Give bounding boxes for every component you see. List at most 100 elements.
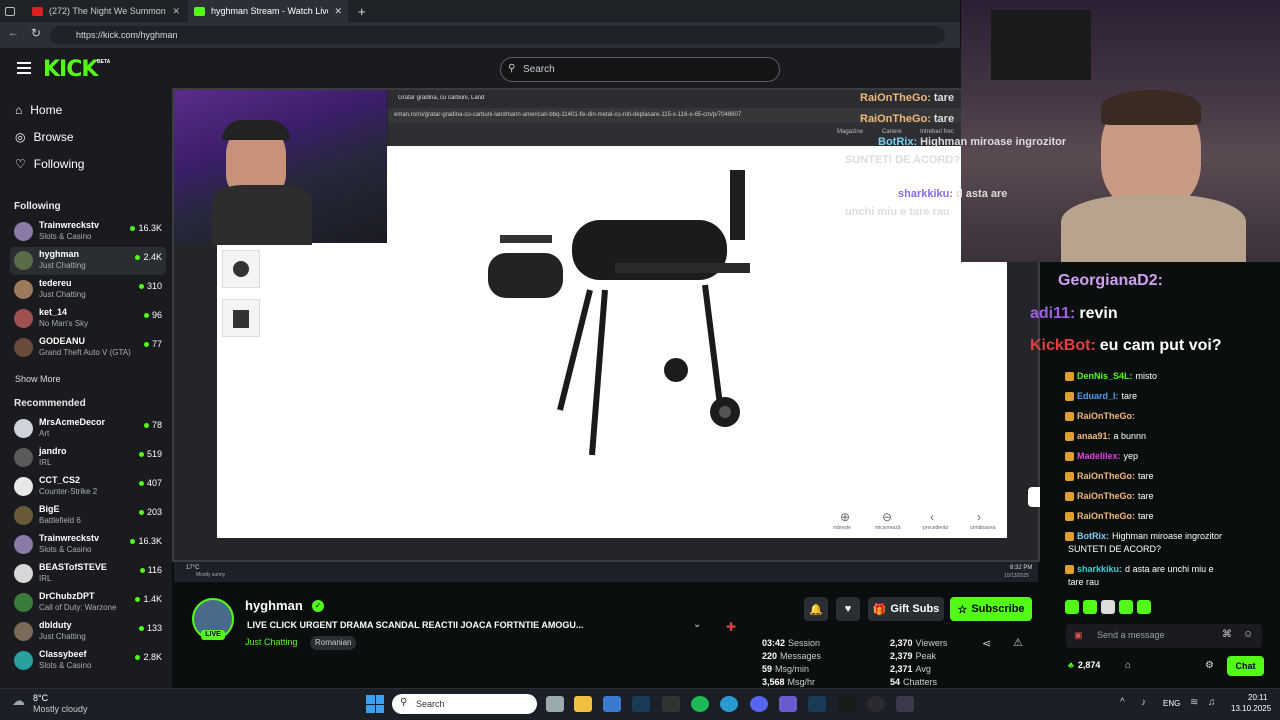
sidebar-channel[interactable]: dbIduty Just Chatting 133 bbox=[10, 618, 166, 646]
viewer-control-icon: ‹ bbox=[930, 510, 934, 524]
menu-icon[interactable] bbox=[17, 62, 31, 74]
chat-username[interactable]: sharkkiku: bbox=[1077, 564, 1122, 574]
chat-username[interactable]: DenNis_S4L: bbox=[1077, 371, 1133, 381]
search-input[interactable]: Search bbox=[500, 57, 780, 82]
sidebar-channel[interactable]: jandro IRL 519 bbox=[10, 444, 166, 472]
chat-message: DenNis_S4L: misto bbox=[1065, 371, 1157, 382]
viewer-count-value: 16.3K bbox=[138, 536, 162, 546]
store-app-icon[interactable] bbox=[603, 696, 621, 712]
chat-username[interactable]: RaiOnTheGo: bbox=[1077, 491, 1135, 501]
show-more-link[interactable]: Show More bbox=[15, 374, 61, 384]
sidebar-channel[interactable]: DrChubzDPT Call of Duty: Warzone 1.4K bbox=[10, 589, 166, 617]
sidebar-channel-name: BigE bbox=[39, 504, 60, 514]
sidebar-channel[interactable]: ket_14 No Man's Sky 96 bbox=[10, 305, 166, 333]
overlay-chat-user: sharkkiku: bbox=[898, 188, 954, 200]
settings-gear-icon[interactable]: ⚙ bbox=[1205, 660, 1214, 671]
language-tag[interactable]: Romanian bbox=[310, 636, 357, 650]
terminal-icon[interactable] bbox=[838, 696, 856, 712]
channel-avatar bbox=[14, 309, 33, 328]
overlay-chat-text: tare bbox=[933, 113, 955, 125]
epic-games-icon[interactable] bbox=[662, 696, 680, 712]
close-tab-icon[interactable]: ✕ bbox=[172, 6, 180, 17]
sidebar-channel[interactable]: CCT_CS2 Counter-Strike 2 407 bbox=[10, 473, 166, 501]
category-link[interactable]: Just Chatting bbox=[245, 637, 298, 647]
share-plus-icon[interactable]: ✚ bbox=[726, 620, 736, 634]
sidebar-channel[interactable]: MrsAcmeDecor Art 78 bbox=[10, 415, 166, 443]
steam-icon[interactable] bbox=[632, 696, 650, 712]
chat-text: SUNTETI DE ACORD? bbox=[1068, 544, 1162, 554]
chat-username[interactable]: Madelilex: bbox=[1077, 451, 1121, 461]
volume-icon[interactable]: ♫ bbox=[1208, 697, 1216, 708]
windows-start-icon[interactable] bbox=[366, 695, 384, 713]
tab-youtube[interactable]: (272) The Night We Summoned T ✕ bbox=[26, 0, 186, 22]
edge-icon[interactable] bbox=[720, 696, 738, 712]
chat-send-button[interactable]: Chat bbox=[1227, 656, 1264, 676]
report-icon[interactable]: ⚠ bbox=[1013, 636, 1023, 649]
share-icon[interactable]: ⋖ bbox=[982, 637, 991, 650]
sidebar-channel[interactable]: BigE Battlefield 6 203 bbox=[10, 502, 166, 530]
sidebar-channel[interactable]: BEASTofSTEVE IRL 116 bbox=[10, 560, 166, 588]
file-explorer-icon[interactable] bbox=[574, 696, 592, 712]
channel-name[interactable]: hyghman bbox=[245, 598, 303, 613]
nav-home[interactable]: ⌂ Home bbox=[15, 103, 62, 117]
discord-icon[interactable] bbox=[750, 696, 768, 712]
viewer-count: 519 bbox=[138, 449, 162, 459]
channel-points[interactable]: ♣ 2,874 bbox=[1068, 660, 1100, 670]
emoji-icon[interactable]: ☺ bbox=[1243, 629, 1253, 640]
nav-browse[interactable]: ◎ Browse bbox=[15, 130, 74, 144]
sidebar-channel[interactable]: tedereu Just Chatting 310 bbox=[10, 276, 166, 304]
url-input[interactable]: https://kick.com/hyghman bbox=[50, 26, 945, 44]
taskbar-time[interactable]: 20:11 bbox=[1248, 693, 1267, 702]
sidebar-channel[interactable]: Trainwreckstv Slots & Casino 16.3K bbox=[10, 531, 166, 559]
sidebar-channel-category: Slots & Casino bbox=[39, 661, 92, 670]
bell-icon[interactable]: 🔔 bbox=[804, 597, 828, 621]
live-dot-icon bbox=[138, 451, 144, 457]
subscribe-button[interactable]: ☆ Subscribe bbox=[950, 597, 1032, 621]
sidebar-channel[interactable]: GODEANU Grand Theft Auto V (GTA) 77 bbox=[10, 334, 166, 362]
back-icon[interactable]: ← bbox=[8, 27, 19, 39]
app-icon[interactable] bbox=[896, 696, 914, 712]
channel-avatar bbox=[14, 419, 33, 438]
emote-bar[interactable] bbox=[1065, 600, 1265, 616]
sidebar-channel[interactable]: hyghman Just Chatting 2.4K bbox=[10, 247, 166, 275]
viewer-count: 203 bbox=[138, 507, 162, 517]
viewer-count: 16.3K bbox=[130, 223, 162, 233]
tray-chevron-icon[interactable]: ^ bbox=[1120, 697, 1125, 708]
store-icon[interactable]: ⌂ bbox=[1125, 660, 1131, 671]
stream-menu-item: Magazine bbox=[837, 129, 864, 135]
overlay-chat-text: tare bbox=[933, 92, 955, 104]
wifi-icon[interactable]: ≋ bbox=[1190, 697, 1198, 708]
nav-following[interactable]: ♡ Following bbox=[15, 157, 84, 171]
obs-icon[interactable] bbox=[867, 696, 885, 712]
close-tab-icon[interactable]: ✕ bbox=[334, 6, 342, 17]
language-indicator[interactable]: ENG bbox=[1163, 699, 1180, 708]
reload-icon[interactable]: ↻ bbox=[31, 26, 41, 40]
viewer-control-label: mărește bbox=[833, 525, 852, 531]
microphone-icon[interactable]: ♪ bbox=[1141, 697, 1146, 708]
sidebar-channel[interactable]: Classybeef Slots & Casino 2.8K bbox=[10, 647, 166, 675]
chat-username[interactable]: BotRix: bbox=[1077, 531, 1109, 541]
chat-input[interactable]: ▣ Send a message ⌘ ☺ bbox=[1066, 624, 1262, 648]
chat-username[interactable]: Eduard_I: bbox=[1077, 391, 1119, 401]
tab-kick[interactable]: hyghman Stream - Watch Live on ✕ bbox=[188, 0, 348, 22]
chat-username[interactable]: RaiOnTheGo: bbox=[1077, 471, 1135, 481]
translate-icon[interactable]: ⌘ bbox=[1222, 629, 1232, 640]
new-tab-button[interactable]: + bbox=[352, 0, 370, 22]
chat-username[interactable]: RaiOnTheGo: bbox=[1077, 411, 1135, 421]
task-view-icon[interactable] bbox=[546, 696, 564, 712]
taskbar-weather[interactable]: 8°C bbox=[33, 693, 48, 703]
taskbar-search[interactable]: Search bbox=[392, 694, 537, 714]
sidebar-channel[interactable]: Trainwreckstv Slots & Casino 16.3K bbox=[10, 218, 166, 246]
gift-subs-button[interactable]: 🎁 Gift Subs bbox=[868, 597, 944, 621]
chevron-down-icon[interactable]: ⌄ bbox=[693, 619, 701, 630]
teams-icon[interactable] bbox=[779, 696, 797, 712]
chat-username[interactable]: RaiOnTheGo: bbox=[1077, 511, 1135, 521]
chat-username[interactable]: anaa91: bbox=[1077, 431, 1111, 441]
viewer-control-label: următoarea bbox=[970, 525, 996, 531]
steam-2-icon[interactable] bbox=[808, 696, 826, 712]
follow-heart-button[interactable]: ♥ bbox=[836, 597, 860, 621]
kick-logo[interactable]: KICK bbox=[43, 57, 98, 82]
spotify-icon[interactable] bbox=[691, 696, 709, 712]
overlay-chat-line: adi11: revin bbox=[1030, 305, 1118, 323]
tab-actions-icon[interactable] bbox=[0, 0, 22, 22]
